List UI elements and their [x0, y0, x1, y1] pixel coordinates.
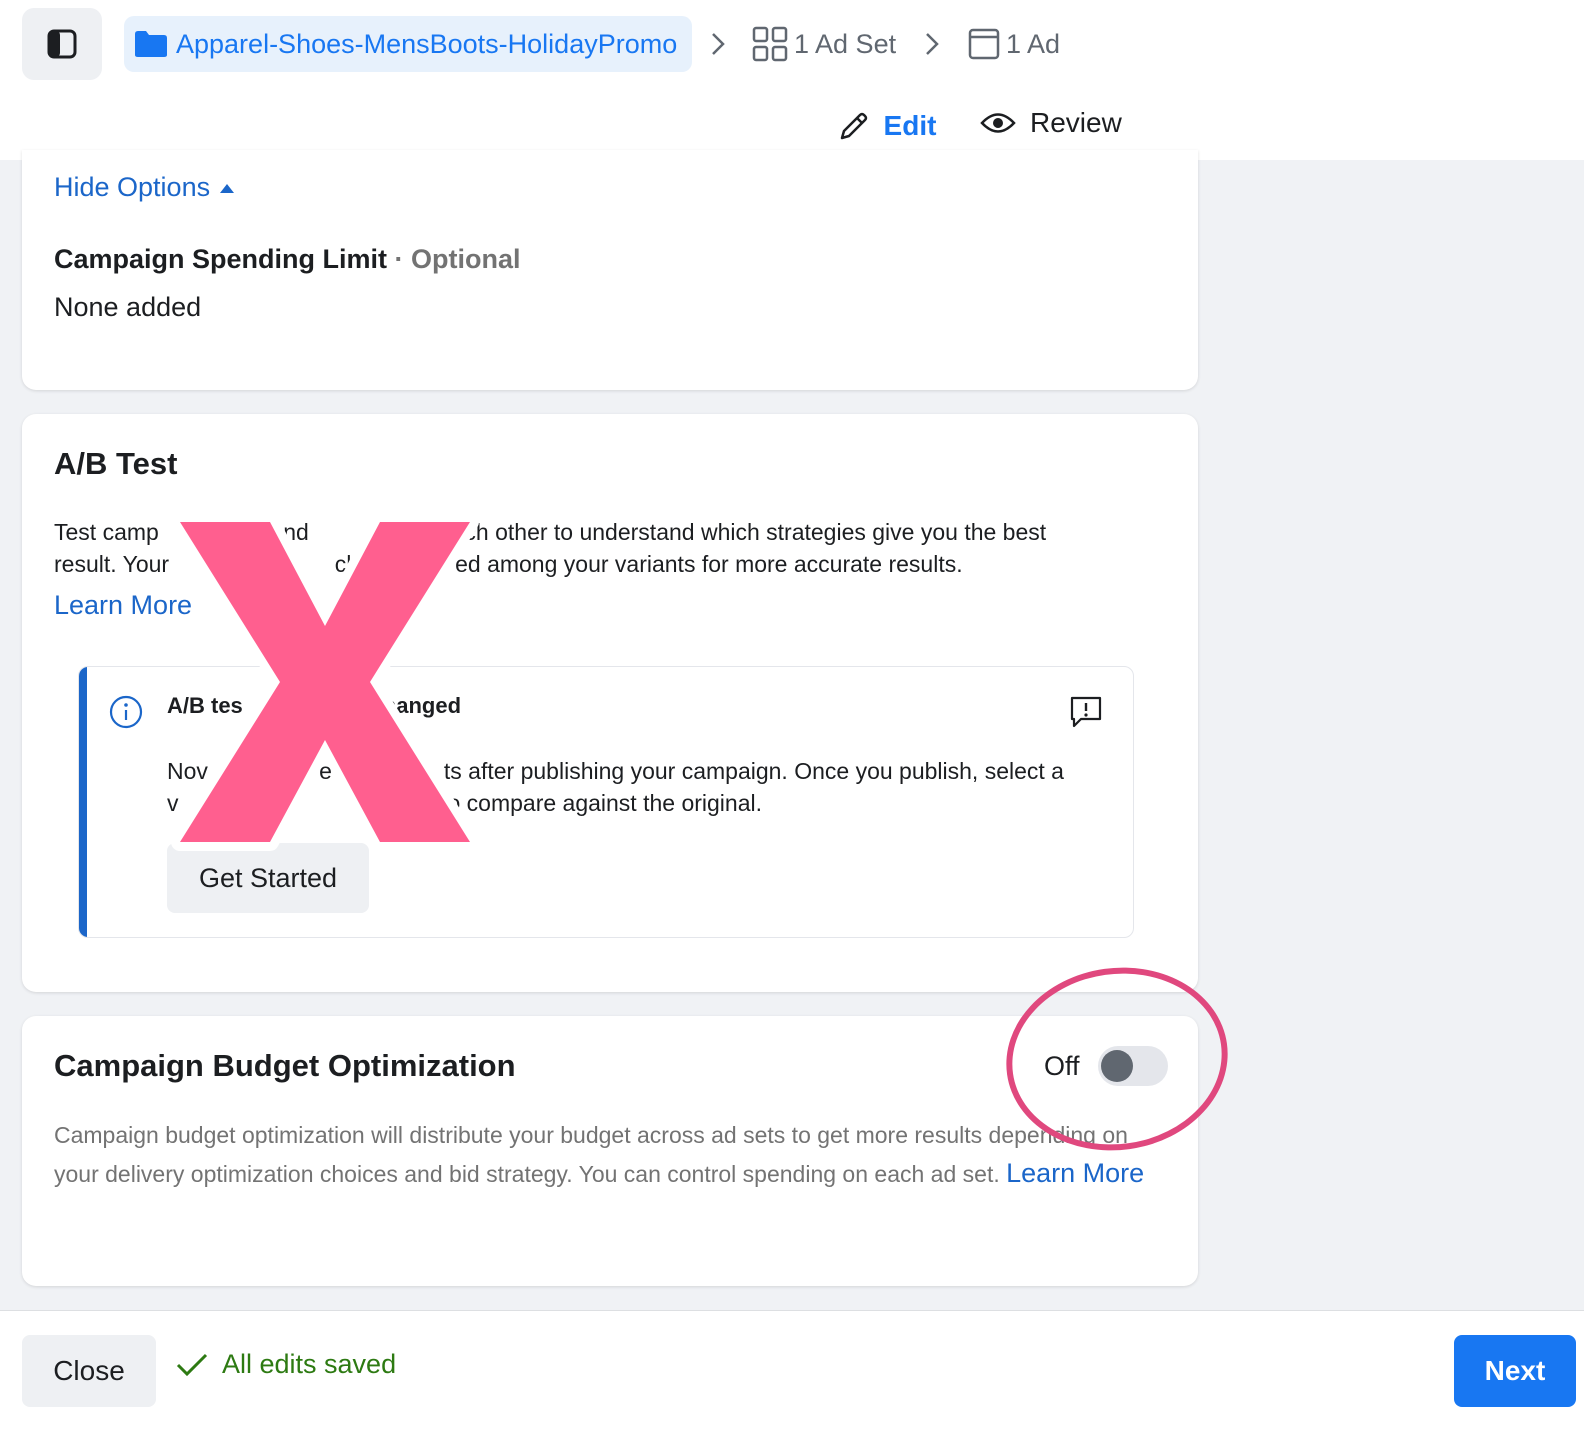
- spending-limit-value: None added: [54, 292, 202, 322]
- pencil-icon: [840, 112, 867, 140]
- notice-accent-bar: [79, 667, 87, 937]
- ab-desc-part: result. Your: [54, 551, 170, 577]
- ab-test-title: A/B Test: [54, 446, 178, 481]
- hide-options-label: Hide Options: [54, 172, 211, 202]
- spending-limit-title: Campaign Spending Limit · Optional: [54, 244, 521, 275]
- spending-limit-label: Campaign Spending Limit: [54, 244, 388, 274]
- x-mark-annotation: [171, 513, 479, 851]
- campaign-options-card: Hide Options Campaign Spending Limit · O…: [22, 150, 1198, 390]
- grid-icon: [752, 26, 788, 62]
- save-status: All edits saved: [176, 1349, 396, 1380]
- ab-desc-part: ed among your variants for more accurate…: [455, 551, 963, 577]
- tab-edit[interactable]: Edit: [814, 94, 960, 158]
- ad-set-label: 1 Ad Set: [794, 28, 897, 59]
- save-status-text: All edits saved: [222, 1349, 397, 1379]
- close-button[interactable]: Close: [22, 1335, 156, 1407]
- sidebar-toggle-button[interactable]: [22, 8, 102, 80]
- cbo-description-text: Campaign budget optimization will distri…: [54, 1122, 1128, 1187]
- chevron-right-icon: [708, 26, 728, 62]
- breadcrumb-ad[interactable]: 1 Ad: [968, 22, 1060, 66]
- chevron-right-icon: [922, 26, 942, 62]
- breadcrumb-ad-set[interactable]: 1 Ad Set: [752, 22, 896, 66]
- ad-frame-icon: [968, 28, 1000, 60]
- ab-desc-part: Test camp: [54, 519, 159, 545]
- feedback-icon[interactable]: [1069, 695, 1103, 729]
- sidebar-toggle-icon: [47, 29, 77, 59]
- top-bar: Apparel-Shoes-MensBoots-HolidayPromo 1 A…: [0, 0, 1584, 160]
- hide-options-link[interactable]: Hide Options: [54, 172, 235, 203]
- notice-body-part: ts after publishing your campaign. Once …: [443, 758, 1064, 784]
- tab-review[interactable]: Review: [980, 94, 1130, 152]
- caret-up-icon: [220, 184, 235, 193]
- cbo-title: Campaign Budget Optimization: [54, 1048, 516, 1083]
- folder-icon: [135, 31, 167, 57]
- ad-label: 1 Ad: [1006, 28, 1061, 59]
- check-icon: [176, 1353, 208, 1376]
- cbo-learn-more-link[interactable]: Learn More: [1006, 1158, 1144, 1188]
- optional-tag: · Optional: [394, 244, 521, 274]
- tab-review-label: Review: [1030, 107, 1122, 138]
- footer-bar: Close All edits saved Next: [0, 1310, 1584, 1444]
- tab-edit-label: Edit: [883, 110, 937, 141]
- campaign-name: Apparel-Shoes-MensBoots-HolidayPromo: [176, 28, 678, 59]
- next-button[interactable]: Next: [1454, 1335, 1576, 1407]
- breadcrumb-campaign[interactable]: Apparel-Shoes-MensBoots-HolidayPromo: [124, 16, 692, 72]
- info-icon: [109, 695, 143, 729]
- eye-icon: [980, 113, 1016, 133]
- cbo-description: Campaign budget optimization will distri…: [54, 1116, 1154, 1193]
- ab-desc-part: each other to understand which strategie…: [438, 519, 1047, 545]
